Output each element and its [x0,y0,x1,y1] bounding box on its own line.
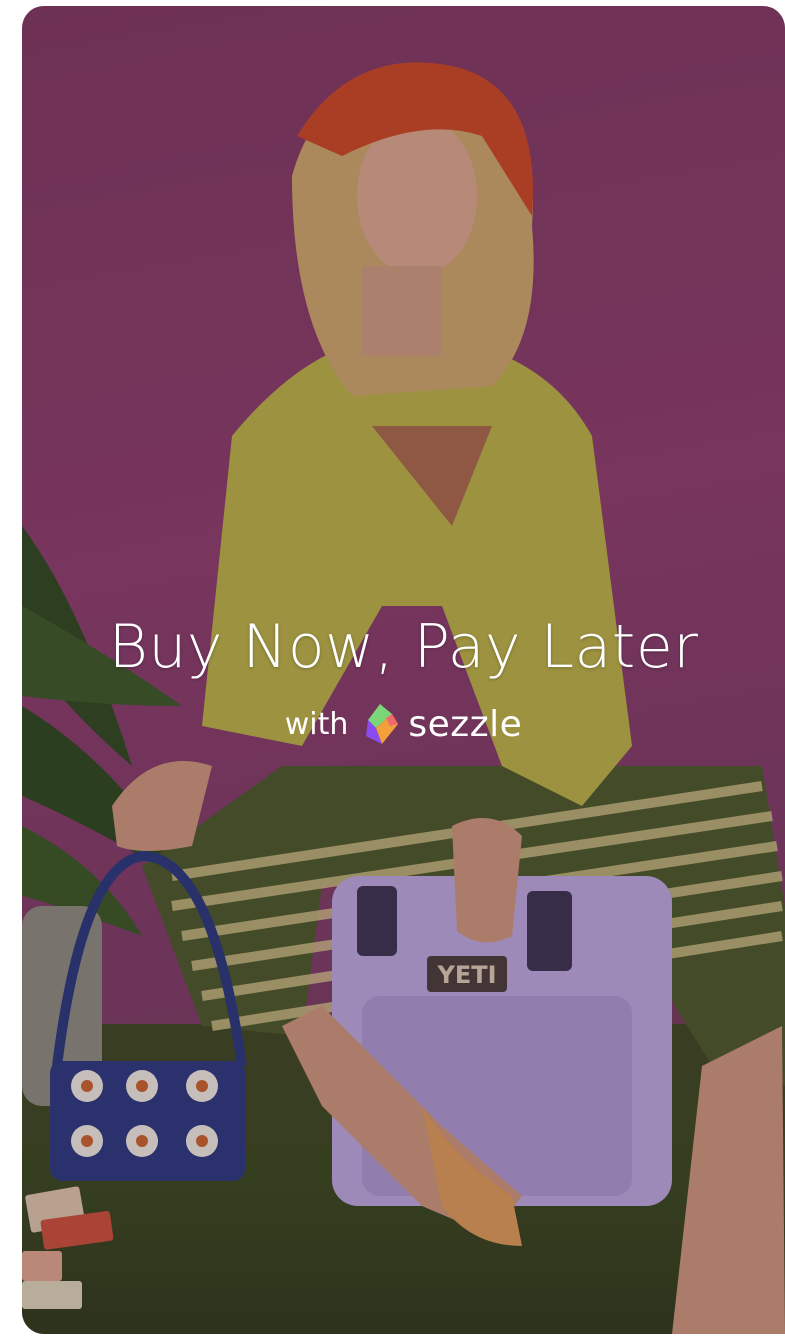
sezzle-wordmark: sezzle [408,703,523,745]
sezzle-brand[interactable]: sezzle [362,702,522,746]
promo-subline: with sezzle [22,702,785,746]
promo-banner-card[interactable]: YETI Buy Now, Pay Later with sezzle [22,6,785,1334]
promo-headline: Buy Now, Pay Later [108,612,699,682]
sezzle-logo-icon [366,704,399,744]
with-text: with [284,706,349,742]
